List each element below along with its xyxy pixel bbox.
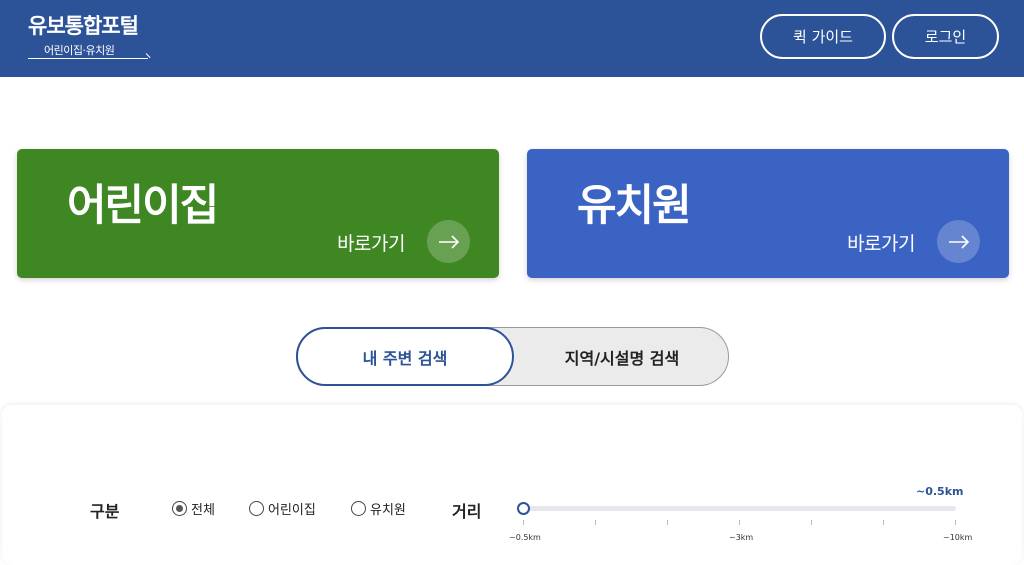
logo-subtitle: 어린이집·유치원 [44, 44, 115, 57]
slider-tick [595, 520, 596, 525]
slider-tick [739, 520, 740, 525]
radio-checked-icon[interactable] [172, 501, 187, 516]
tab-region-search[interactable]: 지역/시설명 검색 [515, 328, 729, 385]
radio-unchecked-icon[interactable] [351, 501, 366, 516]
login-button[interactable]: 로그인 [892, 14, 999, 59]
logo-underline [28, 58, 148, 59]
distance-value: ~0.5km [916, 485, 964, 498]
quick-guide-button[interactable]: 퀵 가이드 [760, 14, 886, 59]
radio-kindergarten-label: 유치원 [370, 503, 406, 518]
radio-daycare[interactable]: 어린이집 [249, 499, 316, 518]
kindergarten-card-link[interactable]: 바로가기 [847, 229, 915, 256]
kindergarten-card-title: 유치원 [577, 181, 692, 231]
daycare-card[interactable]: 어린이집 바로가기 [17, 149, 499, 278]
slider-tick [955, 520, 956, 525]
daycare-card-title: 어린이집 [67, 181, 219, 231]
distance-slider-track[interactable] [523, 506, 956, 511]
slider-tick [667, 520, 668, 525]
daycare-card-link[interactable]: 바로가기 [337, 229, 405, 256]
slider-tick [883, 520, 884, 525]
radio-all-label: 전체 [191, 503, 215, 518]
distance-label: 거리 [452, 502, 482, 521]
radio-unchecked-icon[interactable] [249, 501, 264, 516]
tick-label-mid: ~3km [729, 533, 754, 542]
tick-label-max: ~10km [943, 533, 973, 542]
search-mode-toggle: 지역/시설명 검색 내 주변 검색 [296, 327, 729, 386]
slider-tick [811, 520, 812, 525]
slider-tick [523, 520, 524, 525]
site-header: 유보통합포털 어린이집·유치원 퀵 가이드 로그인 [0, 0, 1024, 77]
arrow-right-icon[interactable] [937, 220, 980, 263]
radio-all[interactable]: 전체 [172, 499, 215, 518]
arrow-right-icon[interactable] [427, 220, 470, 263]
category-label: 구분 [90, 502, 120, 521]
distance-slider-thumb[interactable] [517, 502, 530, 515]
tick-label-min: ~0.5km [509, 533, 541, 542]
radio-kindergarten[interactable]: 유치원 [351, 499, 406, 518]
logo-title: 유보통합포털 [28, 14, 139, 38]
site-logo[interactable]: 유보통합포털 어린이집·유치원 [28, 10, 148, 59]
tab-nearby-search[interactable]: 내 주변 검색 [296, 327, 514, 386]
kindergarten-card[interactable]: 유치원 바로가기 [527, 149, 1009, 278]
radio-daycare-label: 어린이집 [268, 503, 316, 518]
